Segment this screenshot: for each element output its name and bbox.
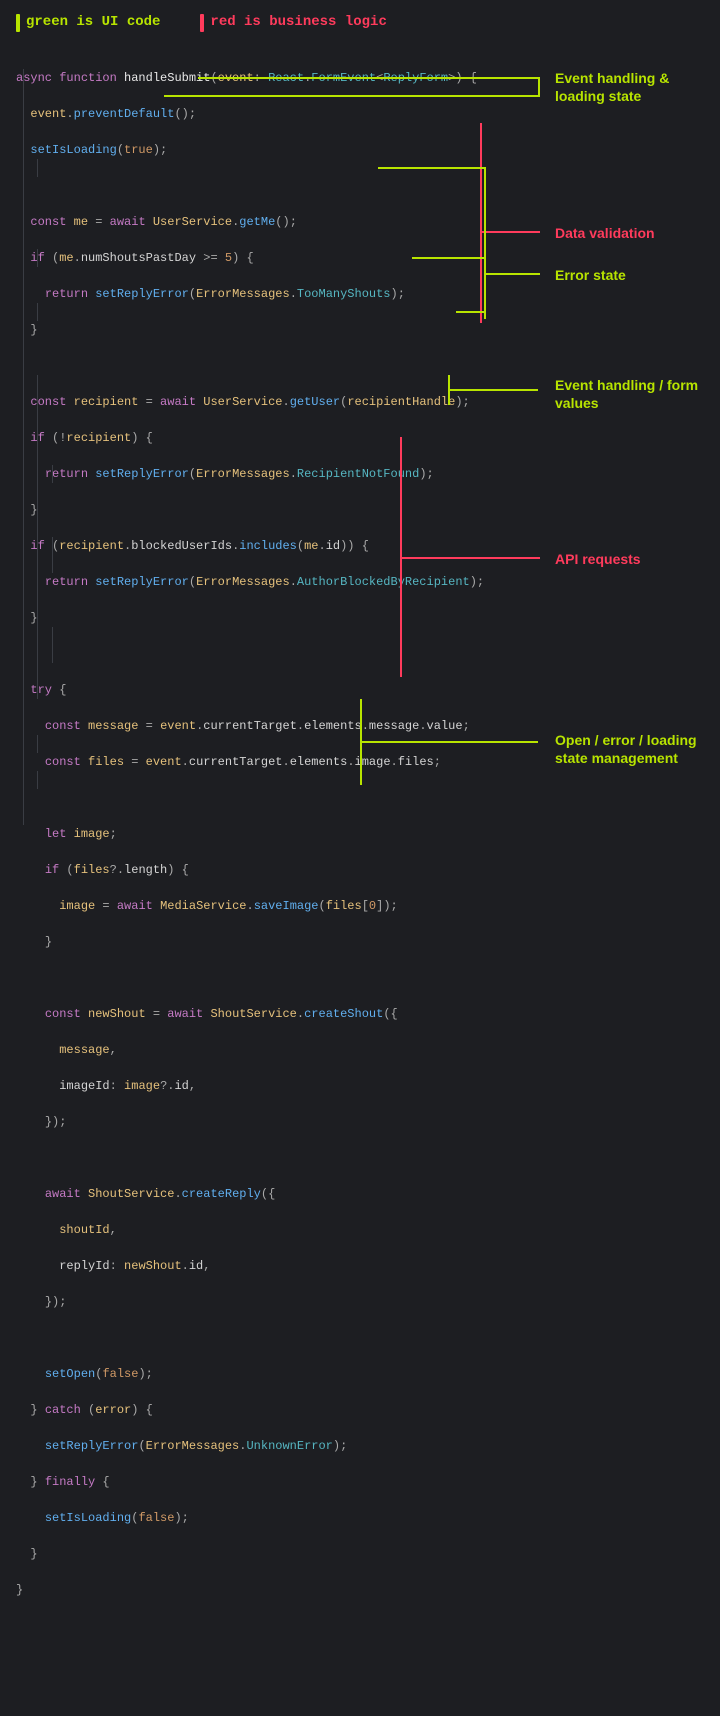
bracket-tick [456,311,462,313]
legend-green-label: green is UI code [26,12,160,33]
legend-red: red is business logic [200,12,386,33]
code-block: async function handleSubmit(event: React… [0,41,720,1716]
indent-guide [37,771,38,789]
legend: green is UI code red is business logic [0,0,720,41]
bracket-line [384,167,484,169]
bracket-line [462,311,484,313]
bracket-line [418,257,484,259]
legend-red-bar [200,14,204,32]
bracket-line [484,273,486,319]
annotation-event-loading: Event handling & loading state [555,69,700,105]
legend-green: green is UI code [16,12,160,33]
annotation-state-mgmt: Open / error / loading state management [555,731,705,767]
indent-guide [37,303,38,321]
legend-red-label: red is business logic [210,12,386,33]
bracket-line [484,273,540,275]
indent-guide [37,735,38,753]
legend-green-bar [16,14,20,32]
indent-guide [37,159,38,177]
bracket-line [448,389,538,391]
bracket-line [400,557,540,559]
bracket-line [360,741,538,743]
bracket-line [538,77,540,95]
bracket-line [480,123,482,323]
annotation-error-state: Error state [555,266,626,284]
bracket-line [480,231,540,233]
annotation-event-form: Event handling / form values [555,376,700,412]
bracket-tick [412,257,418,259]
annotation-data-validation: Data validation [555,224,655,242]
bracket-tick [378,167,384,169]
bracket-line [164,95,540,97]
bracket-line [198,77,538,79]
annotation-api-requests: API requests [555,550,641,568]
